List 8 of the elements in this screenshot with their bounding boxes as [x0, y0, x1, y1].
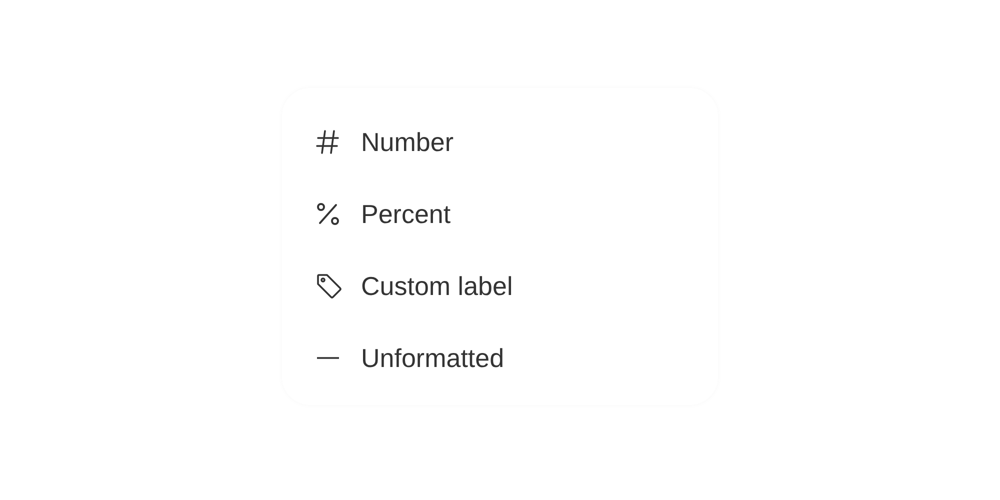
- menu-item[interactable]: Custom label: [316, 250, 718, 322]
- menu-item[interactable]: Number: [316, 106, 718, 178]
- menu-item[interactable]: Unformatted: [316, 322, 718, 394]
- tag-icon: [316, 273, 342, 299]
- hash-icon: [316, 129, 340, 155]
- percent-icon: [316, 202, 340, 226]
- menu-item[interactable]: Percent: [316, 178, 718, 250]
- dash-icon: [316, 356, 340, 360]
